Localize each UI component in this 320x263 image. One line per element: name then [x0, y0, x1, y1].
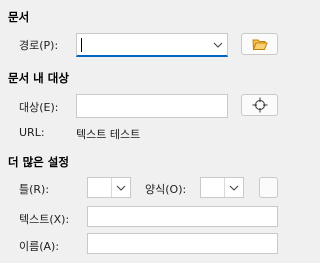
name-label: 이름(A): — [19, 240, 60, 253]
form-combobox[interactable] — [200, 177, 244, 198]
path-label: 경로(P): — [19, 39, 59, 52]
path-dropdown-button[interactable] — [209, 34, 227, 55]
name-input[interactable] — [87, 233, 278, 254]
frame-label: 틀(R): — [19, 183, 50, 196]
events-button[interactable] — [259, 177, 278, 198]
form-label: 양식(O): — [145, 183, 187, 196]
section-target-title: 문서 내 대상 — [8, 71, 69, 85]
text-input[interactable] — [87, 206, 278, 227]
text-label: 텍스트(X): — [19, 213, 70, 226]
frame-combobox[interactable] — [87, 177, 131, 198]
target-label: 대상(E): — [19, 101, 59, 114]
form-dropdown-button[interactable] — [224, 178, 243, 197]
target-input[interactable] — [76, 94, 228, 118]
folder-open-icon — [251, 39, 268, 50]
crosshair-icon — [252, 97, 267, 113]
url-value: 텍스트 테스트 — [76, 128, 141, 141]
frame-dropdown-button[interactable] — [111, 178, 130, 197]
target-navigator-button[interactable] — [241, 94, 278, 116]
url-label: URL: — [19, 126, 45, 139]
chevron-down-icon — [116, 185, 126, 191]
section-document-title: 문서 — [8, 10, 30, 24]
section-further-settings-title: 더 많은 설정 — [8, 155, 69, 169]
browse-folder-button[interactable] — [241, 33, 278, 55]
chevron-down-icon — [229, 185, 239, 191]
chevron-down-icon — [213, 42, 223, 48]
text-caret — [81, 38, 82, 52]
path-combobox[interactable] — [76, 33, 228, 57]
